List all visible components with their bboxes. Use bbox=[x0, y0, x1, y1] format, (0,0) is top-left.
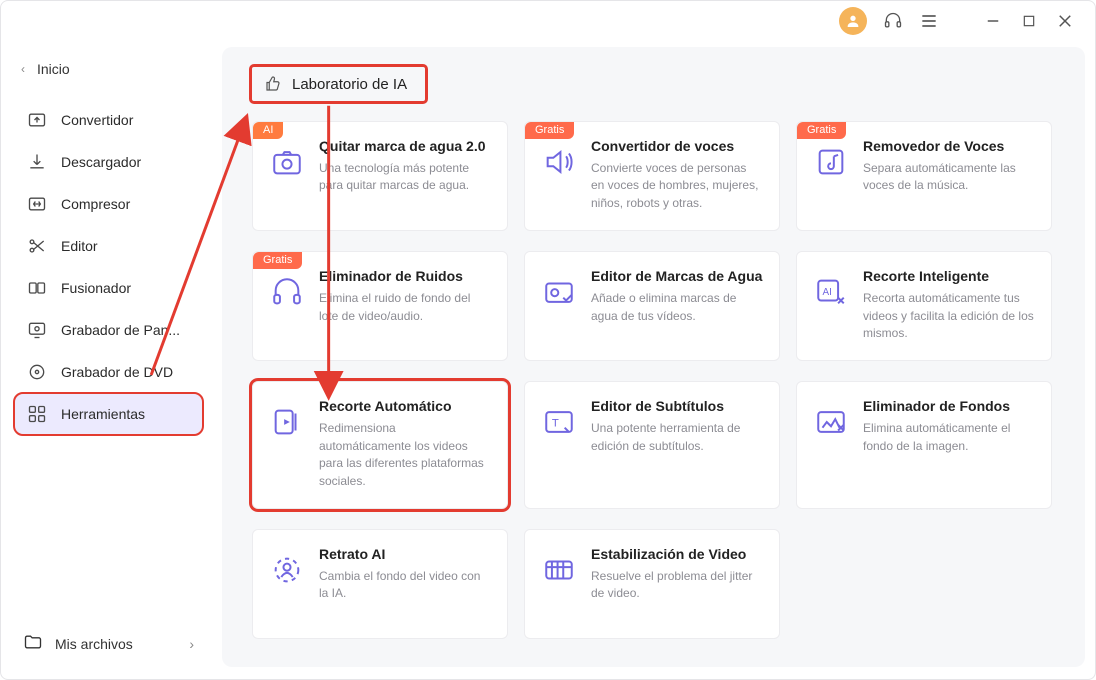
app-body: ‹ Inicio Convertidor Descargador Compres… bbox=[1, 41, 1095, 679]
card-title: Removedor de Voces bbox=[863, 138, 1035, 154]
card-removedor-voces[interactable]: Gratis Removedor de Voces Separa automát… bbox=[796, 121, 1052, 231]
close-button[interactable] bbox=[1055, 11, 1075, 31]
sidebar-item-convertidor[interactable]: Convertidor bbox=[15, 100, 202, 140]
card-title: Quitar marca de agua 2.0 bbox=[319, 138, 491, 154]
section-title-laboratorio: Laboratorio de IA bbox=[252, 67, 425, 101]
sidebar-item-grabador-dvd[interactable]: Grabador de DVD bbox=[15, 352, 202, 392]
merge-icon bbox=[27, 278, 47, 298]
card-desc: Añade o elimina marcas de agua de tus ví… bbox=[591, 290, 763, 325]
card-quitar-marca-agua[interactable]: AI Quitar marca de agua 2.0 Una tecnolog… bbox=[252, 121, 508, 231]
speaker-icon bbox=[541, 144, 577, 180]
card-recorte-inteligente[interactable]: AI Recorte Inteligente Recorta automátic… bbox=[796, 251, 1052, 361]
main-panel: Laboratorio de IA AI Quitar marca de agu… bbox=[222, 47, 1085, 667]
card-recorte-automatico[interactable]: Recorte Automático Redimensiona automáti… bbox=[252, 381, 508, 509]
user-avatar[interactable] bbox=[839, 7, 867, 35]
background-remove-icon bbox=[813, 404, 849, 440]
subtitle-icon: T bbox=[541, 404, 577, 440]
card-desc: Cambia el fondo del video con la IA. bbox=[319, 568, 491, 603]
card-title: Editor de Marcas de Agua bbox=[591, 268, 763, 284]
card-eliminador-ruidos[interactable]: Gratis Eliminador de Ruidos Elimina el r… bbox=[252, 251, 508, 361]
tools-icon bbox=[27, 404, 47, 424]
sidebar: ‹ Inicio Convertidor Descargador Compres… bbox=[1, 41, 216, 679]
card-desc: Una tecnología más potente para quitar m… bbox=[319, 160, 491, 195]
card-editor-subtitulos[interactable]: T Editor de Subtítulos Una potente herra… bbox=[524, 381, 780, 509]
music-note-icon bbox=[813, 144, 849, 180]
card-title: Estabilización de Video bbox=[591, 546, 763, 562]
badge-gratis: Gratis bbox=[797, 122, 846, 139]
card-retrato-ai[interactable]: Retrato AI Cambia el fondo del video con… bbox=[252, 529, 508, 639]
sidebar-item-label: Herramientas bbox=[61, 406, 145, 422]
card-eliminador-fondos[interactable]: Eliminador de Fondos Elimina automáticam… bbox=[796, 381, 1052, 509]
sidebar-item-grabador-pantalla[interactable]: Grabador de Pan... bbox=[15, 310, 202, 350]
card-title: Editor de Subtítulos bbox=[591, 398, 763, 414]
sidebar-item-label: Grabador de Pan... bbox=[61, 322, 180, 338]
auto-crop-icon bbox=[269, 404, 305, 440]
portrait-icon bbox=[269, 552, 305, 588]
sidebar-item-fusionador[interactable]: Fusionador bbox=[15, 268, 202, 308]
badge-gratis: Gratis bbox=[253, 252, 302, 269]
card-convertidor-voces[interactable]: Gratis Convertidor de voces Convierte vo… bbox=[524, 121, 780, 231]
menu-icon[interactable] bbox=[919, 11, 939, 31]
titlebar bbox=[1, 1, 1095, 41]
card-title: Retrato AI bbox=[319, 546, 491, 562]
card-estabilizacion-video[interactable]: Estabilización de Video Resuelve el prob… bbox=[524, 529, 780, 639]
sidebar-item-label: Editor bbox=[61, 238, 98, 254]
ai-crop-icon: AI bbox=[813, 274, 849, 310]
maximize-button[interactable] bbox=[1019, 11, 1039, 31]
thumbs-up-icon bbox=[264, 75, 282, 93]
camera-icon bbox=[269, 144, 305, 180]
headset-icon[interactable] bbox=[883, 11, 903, 31]
sidebar-home-label: Inicio bbox=[37, 61, 70, 77]
card-desc: Una potente herramienta de edición de su… bbox=[591, 420, 763, 455]
svg-text:T: T bbox=[552, 418, 559, 430]
sidebar-item-herramientas[interactable]: Herramientas bbox=[15, 394, 202, 434]
sidebar-item-label: Fusionador bbox=[61, 280, 131, 296]
sidebar-item-label: Compresor bbox=[61, 196, 130, 212]
stabilize-icon bbox=[541, 552, 577, 588]
sidebar-item-label: Convertidor bbox=[61, 112, 133, 128]
watermark-icon bbox=[541, 274, 577, 310]
minimize-button[interactable] bbox=[983, 11, 1003, 31]
card-desc: Convierte voces de personas en voces de … bbox=[591, 160, 763, 212]
card-desc: Separa automáticamente las voces de la m… bbox=[863, 160, 1035, 195]
sidebar-home[interactable]: ‹ Inicio bbox=[11, 55, 206, 83]
folder-icon bbox=[23, 632, 43, 655]
compress-icon bbox=[27, 194, 47, 214]
scissors-icon bbox=[27, 236, 47, 256]
sidebar-item-label: Descargador bbox=[61, 154, 141, 170]
dvd-icon bbox=[27, 362, 47, 382]
download-icon bbox=[27, 152, 47, 172]
svg-text:AI: AI bbox=[823, 287, 832, 298]
card-grid: AI Quitar marca de agua 2.0 Una tecnolog… bbox=[252, 121, 1055, 639]
card-title: Eliminador de Ruidos bbox=[319, 268, 491, 284]
card-desc: Redimensiona automáticamente los videos … bbox=[319, 420, 491, 490]
badge-gratis: Gratis bbox=[525, 122, 574, 139]
sidebar-footer-label: Mis archivos bbox=[55, 636, 133, 652]
card-title: Recorte Inteligente bbox=[863, 268, 1035, 284]
screen-record-icon bbox=[27, 320, 47, 340]
badge-ai: AI bbox=[253, 122, 283, 139]
card-desc: Resuelve el problema del jitter de video… bbox=[591, 568, 763, 603]
chevron-right-icon: › bbox=[189, 636, 194, 652]
sidebar-item-editor[interactable]: Editor bbox=[15, 226, 202, 266]
headphones-icon bbox=[269, 274, 305, 310]
convert-icon bbox=[27, 110, 47, 130]
section-title-text: Laboratorio de IA bbox=[292, 76, 407, 93]
card-title: Eliminador de Fondos bbox=[863, 398, 1035, 414]
card-editor-marcas-agua[interactable]: Editor de Marcas de Agua Añade o elimina… bbox=[524, 251, 780, 361]
card-desc: Recorta automáticamente tus videos y fac… bbox=[863, 290, 1035, 342]
app-window: ‹ Inicio Convertidor Descargador Compres… bbox=[0, 0, 1096, 680]
card-desc: Elimina el ruido de fondo del lote de vi… bbox=[319, 290, 491, 325]
chevron-left-icon: ‹ bbox=[21, 62, 25, 76]
card-desc: Elimina automáticamente el fondo de la i… bbox=[863, 420, 1035, 455]
sidebar-item-label: Grabador de DVD bbox=[61, 364, 173, 380]
sidebar-item-compresor[interactable]: Compresor bbox=[15, 184, 202, 224]
sidebar-item-descargador[interactable]: Descargador bbox=[15, 142, 202, 182]
card-title: Convertidor de voces bbox=[591, 138, 763, 154]
sidebar-footer-files[interactable]: Mis archivos › bbox=[11, 622, 206, 665]
card-title: Recorte Automático bbox=[319, 398, 491, 414]
